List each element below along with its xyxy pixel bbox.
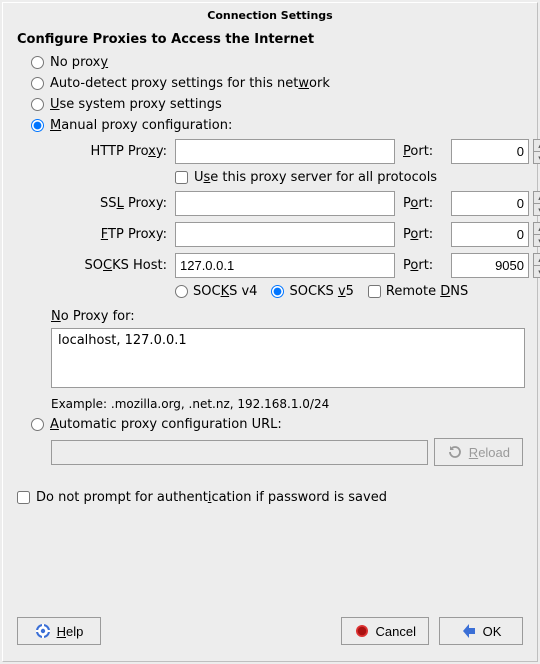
socks-host-label: SOCKS Host: (31, 258, 171, 273)
socks-port-label: Port: (399, 258, 447, 273)
proxy-grid: HTTP Proxy: Port: ▴▾ Use this proxy serv… (31, 139, 523, 299)
use-all-protocols-label: Use this proxy server for all protocols (194, 170, 437, 185)
pac-url-input (51, 440, 428, 465)
ftp-port-label: Port: (399, 227, 447, 242)
help-icon (35, 623, 51, 639)
ssl-port-input[interactable] (451, 191, 529, 216)
ftp-port-input[interactable] (451, 222, 529, 247)
no-proxy-example: Example: .mozilla.org, .net.nz, 192.168.… (51, 397, 523, 411)
ssl-port-spinner[interactable]: ▴▾ (533, 191, 540, 216)
radio-socks-v5-input[interactable] (271, 285, 284, 298)
radio-socks-v4[interactable]: SOCKS v4 (175, 284, 257, 299)
ok-button[interactable]: OK (439, 617, 523, 645)
cancel-icon (354, 623, 370, 639)
socks-port-spinner[interactable]: ▴▾ (533, 253, 540, 278)
ok-icon (461, 623, 477, 639)
ftp-proxy-label: FTP Proxy: (31, 227, 171, 242)
remote-dns-checkbox[interactable] (368, 285, 381, 298)
http-proxy-label: HTTP Proxy: (31, 144, 171, 159)
help-button[interactable]: Help (17, 617, 101, 645)
ftp-proxy-input[interactable] (175, 222, 395, 247)
reload-icon (447, 444, 463, 460)
http-port-input[interactable] (451, 139, 529, 164)
ssl-proxy-input[interactable] (175, 191, 395, 216)
reload-button: Reload (434, 438, 523, 466)
no-proxy-label: No Proxy for: (51, 309, 523, 324)
remote-dns-checkbox-row[interactable]: Remote DNS (368, 284, 468, 299)
http-port-label: Port: (399, 144, 447, 159)
radio-system-proxy-input[interactable] (31, 98, 44, 111)
section-heading: Configure Proxies to Access the Internet (17, 32, 523, 47)
ssl-port-label: Port: (399, 196, 447, 211)
use-all-protocols-checkbox[interactable] (175, 171, 188, 184)
socks-port-input[interactable] (451, 253, 529, 278)
radio-auto-detect[interactable]: Auto-detect proxy settings for this netw… (31, 76, 523, 91)
radio-socks-v4-input[interactable] (175, 285, 188, 298)
radio-manual-proxy-input[interactable] (31, 119, 44, 132)
radio-manual-proxy[interactable]: Manual proxy configuration: (31, 118, 523, 133)
ssl-proxy-label: SSL Proxy: (31, 196, 171, 211)
radio-socks-v5[interactable]: SOCKS v5 (271, 284, 353, 299)
radio-pac-url-input[interactable] (31, 418, 44, 431)
ftp-port-spinner[interactable]: ▴▾ (533, 222, 540, 247)
dialog-title: Connection Settings (3, 3, 537, 32)
radio-pac-url[interactable]: Automatic proxy configuration URL: (31, 417, 523, 432)
auth-noprompt-checkbox[interactable] (17, 491, 30, 504)
radio-no-proxy-input[interactable] (31, 56, 44, 69)
http-proxy-input[interactable] (175, 139, 395, 164)
radio-no-proxy[interactable]: No proxy (31, 55, 523, 70)
cancel-button[interactable]: Cancel (341, 617, 429, 645)
socks-host-input[interactable] (175, 253, 395, 278)
radio-system-proxy[interactable]: Use system proxy settings (31, 97, 523, 112)
radio-auto-detect-input[interactable] (31, 77, 44, 90)
http-port-spinner[interactable]: ▴▾ (533, 139, 540, 164)
auth-noprompt-row[interactable]: Do not prompt for authentication if pass… (17, 490, 523, 505)
no-proxy-textarea[interactable] (51, 328, 525, 388)
